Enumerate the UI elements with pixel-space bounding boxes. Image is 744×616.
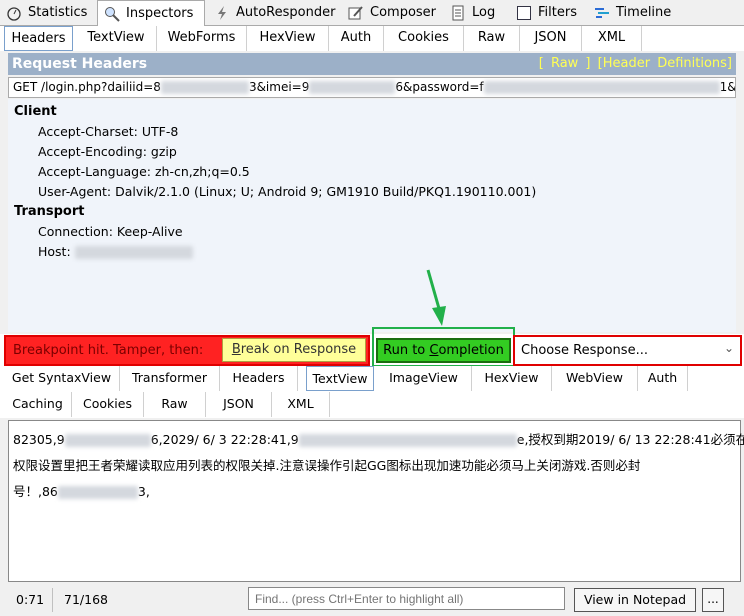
log-icon: [450, 5, 466, 21]
tab-response-get-syntaxview[interactable]: Get SyntaxView: [4, 366, 120, 391]
tab-response-xml[interactable]: XML: [272, 392, 330, 417]
header-item[interactable]: Accept-Language: zh-cn,zh;q=0.5: [38, 164, 250, 179]
tab-response-transformer[interactable]: Transformer: [120, 366, 220, 391]
lightning-icon: [214, 5, 230, 21]
redacted-value: [64, 434, 151, 447]
tab-request-raw[interactable]: Raw: [464, 26, 520, 51]
chevron-down-icon[interactable]: ⌄: [724, 341, 734, 355]
status-divider: [52, 588, 53, 612]
stopwatch-icon: [6, 5, 22, 21]
request-line-part: 6&password=f: [395, 80, 484, 94]
annotation-arrow-icon: [426, 269, 446, 326]
tab-label: Filters: [538, 5, 577, 20]
redacted-value: [57, 486, 138, 499]
timeline-icon: [594, 5, 610, 21]
tab-response-textview[interactable]: TextView: [306, 366, 374, 391]
tab-request-hexview[interactable]: HexView: [247, 26, 329, 51]
request-line-part: GET /login.php?dailiid=8: [13, 80, 161, 94]
tab-request-cookies[interactable]: Cookies: [384, 26, 464, 51]
run-to-completion-button[interactable]: Run to Completion: [376, 338, 511, 363]
response-text-part: 82305,9: [13, 432, 65, 447]
response-tab-strip-row2: Caching Cookies Raw JSON XML: [0, 392, 744, 418]
tab-label: Composer: [370, 5, 437, 20]
tab-label: Log: [472, 5, 496, 20]
header-item[interactable]: Accept-Charset: UTF-8: [38, 124, 178, 139]
tab-filters[interactable]: Filters: [510, 0, 585, 25]
tab-response-hexview[interactable]: HexView: [472, 366, 552, 391]
redacted-value: [74, 246, 193, 259]
tab-composer[interactable]: Composer: [342, 0, 440, 25]
tab-autoresponder[interactable]: AutoResponder: [208, 0, 341, 25]
header-definitions-link[interactable]: [Header Definitions]: [598, 56, 732, 71]
tab-request-xml[interactable]: XML: [582, 26, 642, 51]
tab-request-textview[interactable]: TextView: [76, 26, 157, 51]
top-tab-strip: Statistics Inspectors AutoResponder Comp…: [0, 0, 744, 26]
tab-response-imageview[interactable]: ImageView: [376, 366, 472, 391]
tab-response-cookies[interactable]: Cookies: [72, 392, 144, 417]
response-text-part: 3,: [137, 484, 150, 499]
request-tab-strip: Headers TextView WebForms HexView Auth C…: [0, 25, 744, 51]
response-line: 号！,86 3,: [13, 479, 736, 505]
response-tab-strip-row1: Get SyntaxView Transformer Headers TextV…: [0, 366, 744, 392]
response-text-part: 6,2029/ 6/ 3 22:28:41,9: [150, 432, 299, 447]
char-count: 71/168: [64, 592, 108, 607]
tab-response-raw[interactable]: Raw: [144, 392, 206, 417]
tab-request-webforms[interactable]: WebForms: [157, 26, 247, 51]
tab-label: Inspectors: [126, 6, 194, 21]
redacted-value: [483, 81, 720, 94]
tab-label: AutoResponder: [236, 5, 336, 20]
header-item[interactable]: Connection: Keep-Alive: [38, 224, 183, 239]
tab-response-auth[interactable]: Auth: [638, 366, 688, 391]
request-line[interactable]: GET /login.php?dailiid=8 3&imei=9 6&passwo…: [8, 77, 736, 98]
tab-timeline[interactable]: Timeline: [588, 0, 674, 25]
choose-response-dropdown[interactable]: Choose Response...: [513, 335, 742, 366]
raw-link[interactable]: [ Raw ]: [539, 56, 591, 71]
cursor-position: 0:71: [16, 592, 45, 607]
break-on-response-button[interactable]: Break on Response: [222, 338, 366, 362]
response-line: 权限设置里把王者荣耀读取应用列表的权限关掉.注意误操作引起GG图标出现加速功能必…: [13, 458, 641, 473]
response-text-part: 号！,86: [13, 484, 58, 499]
header-item[interactable]: Accept-Encoding: gzip: [38, 144, 177, 159]
tab-response-caching[interactable]: Caching: [4, 392, 72, 417]
tab-response-headers[interactable]: Headers: [220, 366, 298, 391]
header-item-host[interactable]: Host:: [38, 244, 193, 259]
breakpoint-message: Breakpoint hit. Tamper, then:: [13, 343, 204, 358]
header-item-label: Host:: [38, 244, 71, 259]
header-item[interactable]: User-Agent: Dalvik/2.1.0 (Linux; U; Andr…: [38, 184, 536, 199]
view-in-notepad-button[interactable]: View in Notepad: [574, 588, 696, 612]
find-input[interactable]: [248, 587, 565, 610]
redacted-value: [160, 81, 249, 94]
request-line-part: 1&py:: [719, 80, 736, 94]
tab-response-webview[interactable]: WebView: [552, 366, 638, 391]
response-text-area[interactable]: 82305,9 6,2029/ 6/ 3 22:28:41,9 e,授权到期2019…: [8, 420, 744, 582]
magnifier-icon: [104, 6, 120, 22]
group-transport[interactable]: Transport: [14, 204, 84, 219]
tab-label: Statistics: [28, 5, 88, 20]
redacted-value: [309, 81, 396, 94]
request-headers-title: Request Headers: [12, 56, 148, 72]
response-line: 82305,9 6,2029/ 6/ 3 22:28:41,9 e,授权到期2019…: [13, 427, 744, 453]
tab-response-json[interactable]: JSON: [206, 392, 272, 417]
tab-request-json[interactable]: JSON: [520, 26, 582, 51]
more-options-button[interactable]: ...: [702, 588, 724, 612]
tab-inspectors[interactable]: Inspectors: [97, 0, 205, 26]
tab-request-auth[interactable]: Auth: [329, 26, 384, 51]
pencil-icon: [348, 5, 364, 21]
tab-label: Timeline: [616, 5, 672, 20]
group-client[interactable]: Client: [14, 104, 57, 119]
request-line-part: 3&imei=9: [248, 80, 310, 94]
tab-log[interactable]: Log: [444, 0, 504, 25]
response-text-part: e,授权到期2019/ 6/ 13 22:28:41必须在: [516, 432, 744, 447]
redacted-value: [298, 434, 517, 447]
checkbox-icon: [516, 5, 532, 21]
tab-request-headers[interactable]: Headers: [4, 26, 73, 51]
tab-statistics[interactable]: Statistics: [0, 0, 97, 25]
header-links: [ Raw ] [Header Definitions]: [539, 56, 732, 71]
